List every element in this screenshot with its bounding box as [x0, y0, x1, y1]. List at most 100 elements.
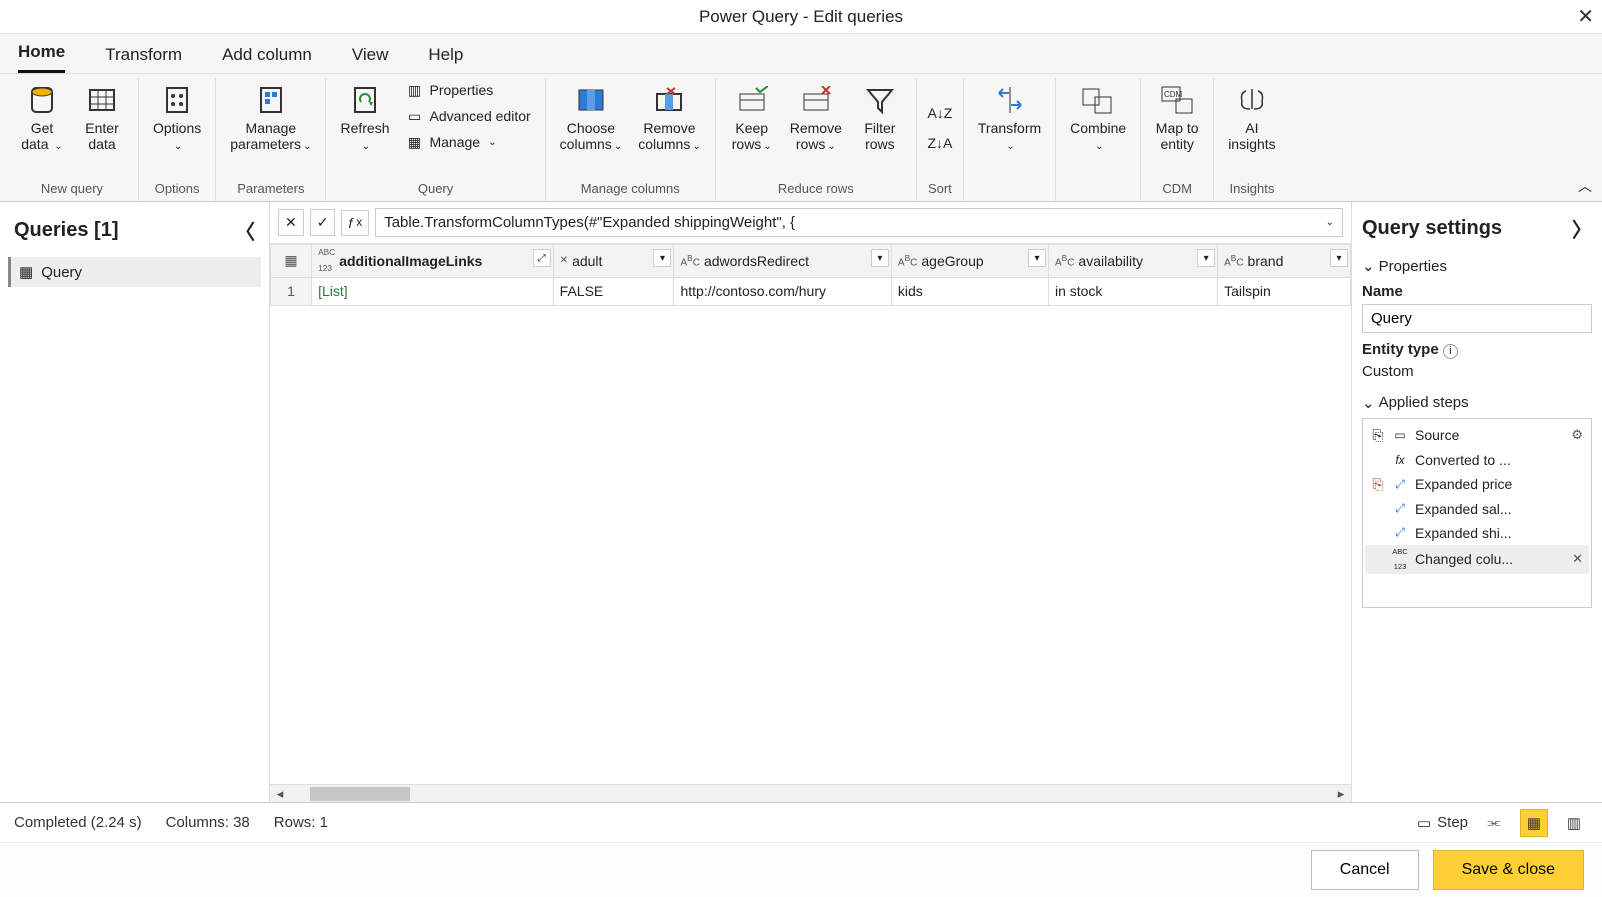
grid-view-button[interactable]: ▦ — [1520, 809, 1548, 837]
commit-formula-button[interactable]: ✓ — [310, 209, 336, 236]
entity-type-label: Entity type — [1362, 341, 1439, 358]
choose-columns-button[interactable]: Choosecolumns⌄ — [554, 78, 629, 157]
options-button[interactable]: Options⌄ — [147, 78, 207, 157]
horizontal-scrollbar[interactable]: ◂ ▸ — [270, 784, 1351, 802]
filter-dropdown-icon[interactable]: ▾ — [653, 249, 671, 267]
formula-bar[interactable]: Table.TransformColumnTypes(#"Expanded sh… — [375, 208, 1343, 237]
column-header[interactable]: ABC adwordsRedirect ▾ — [674, 245, 891, 278]
cell[interactable]: kids — [891, 277, 1048, 305]
table-row[interactable]: 1 [List] FALSE http://contoso.com/hury k… — [271, 277, 1351, 305]
save-close-button[interactable]: Save & close — [1433, 850, 1584, 890]
tab-transform[interactable]: Transform — [105, 39, 182, 73]
sort-desc-button[interactable]: Z↓A — [925, 131, 955, 155]
column-header[interactable]: ABC123 additionalImageLinks ⤢ — [312, 245, 554, 278]
manage-button[interactable]: ▦Manage ⌄ — [399, 130, 536, 154]
column-header[interactable]: ✕ adult ▾ — [553, 245, 674, 278]
ai-insights-button[interactable]: AIinsights — [1222, 78, 1281, 156]
properties-button[interactable]: ▥Properties — [399, 78, 536, 102]
step-expanded-price[interactable]: ⎘ ⤢ Expanded price — [1365, 472, 1589, 497]
gear-icon[interactable]: ⚙ — [1571, 427, 1583, 443]
cell[interactable]: FALSE — [553, 277, 674, 305]
row-number: 1 — [271, 277, 312, 305]
column-header[interactable]: ABC brand ▾ — [1218, 245, 1351, 278]
chevron-down-icon[interactable]: ⌄ — [1326, 217, 1334, 228]
remove-rows-icon — [798, 82, 834, 118]
remove-rows-button[interactable]: Removerows⌄ — [784, 78, 848, 157]
refresh-button[interactable]: Refresh⌄ — [334, 78, 395, 157]
query-settings-panel: Query settings 〉 ⌄Properties Name Entity… — [1352, 202, 1602, 802]
remove-columns-button[interactable]: Removecolumns⌄ — [632, 78, 707, 157]
query-name-input[interactable] — [1362, 304, 1592, 333]
collapse-queries-icon[interactable]: 〈 — [235, 216, 255, 245]
queries-header: Queries [1] — [14, 219, 118, 242]
schema-view-button[interactable]: ▥ — [1560, 809, 1588, 837]
sort-asc-icon: A↓Z — [931, 104, 949, 122]
manage-parameters-button[interactable]: Manageparameters⌄ — [224, 78, 317, 157]
close-icon[interactable]: ✕ — [1577, 4, 1594, 29]
group-cdm: CDM — [1149, 178, 1205, 201]
json-icon: ▭ — [1391, 428, 1409, 442]
chevron-down-icon: ⌄ — [1095, 141, 1103, 152]
properties-section[interactable]: ⌄Properties — [1362, 257, 1592, 275]
diagram-view-button[interactable]: ⫘ — [1480, 809, 1508, 837]
sort-desc-icon: Z↓A — [931, 134, 949, 152]
table-icon — [84, 82, 120, 118]
step-expanded-sal[interactable]: ⤢ Expanded sal... — [1365, 497, 1589, 521]
filter-dropdown-icon[interactable]: ▾ — [1330, 249, 1348, 267]
cell[interactable]: Tailspin — [1218, 277, 1351, 305]
tab-view[interactable]: View — [352, 39, 389, 73]
link-icon: ⎘ — [1372, 476, 1383, 493]
filter-rows-button[interactable]: Filterrows — [852, 78, 908, 156]
sort-asc-button[interactable]: A↓Z — [925, 101, 955, 125]
filter-dropdown-icon[interactable]: ▾ — [871, 249, 889, 267]
tab-home[interactable]: Home — [18, 36, 65, 73]
keep-rows-button[interactable]: Keeprows⌄ — [724, 78, 780, 157]
column-header[interactable]: ABC ageGroup ▾ — [891, 245, 1048, 278]
cell[interactable]: [List] — [312, 277, 554, 305]
filter-dropdown-icon[interactable]: ▾ — [1028, 249, 1046, 267]
step-expanded-shi[interactable]: ⤢ Expanded shi... — [1365, 521, 1589, 545]
info-icon[interactable]: i — [1443, 344, 1458, 359]
step-source[interactable]: ⎘ ▭ Source ⚙ — [1365, 423, 1589, 448]
get-data-button[interactable]: Getdata ⌄ — [14, 78, 70, 157]
step-changed-column[interactable]: ABC123 Changed colu... ✕ — [1365, 545, 1589, 575]
tab-add-column[interactable]: Add column — [222, 39, 312, 73]
transform-button[interactable]: Transform⌄ — [972, 78, 1047, 157]
group-sort: Sort — [925, 178, 955, 201]
cell[interactable]: in stock — [1048, 277, 1217, 305]
applied-steps-section[interactable]: ⌄Applied steps — [1362, 394, 1592, 412]
advanced-editor-button[interactable]: ▭Advanced editor — [399, 104, 536, 128]
cancel-formula-button[interactable]: ✕ — [278, 209, 304, 236]
collapse-ribbon-icon[interactable]: ︿ — [1578, 176, 1592, 196]
cell[interactable]: http://contoso.com/hury — [674, 277, 891, 305]
fx-label: fx — [341, 210, 369, 236]
step-converted[interactable]: fx Converted to ... — [1365, 448, 1589, 472]
data-preview: ✕ ✓ fx Table.TransformColumnTypes(#"Expa… — [270, 202, 1352, 802]
chevron-down-icon: ⌄ — [763, 141, 771, 152]
query-item[interactable]: ▦ Query — [8, 257, 261, 287]
select-all-corner[interactable]: ▦ — [271, 245, 312, 278]
formula-text: Table.TransformColumnTypes(#"Expanded sh… — [384, 214, 795, 231]
map-to-entity-button[interactable]: CDM Map toentity — [1149, 78, 1205, 156]
scroll-left-icon[interactable]: ◂ — [272, 786, 288, 802]
combine-button[interactable]: Combine⌄ — [1064, 78, 1132, 157]
settings-header: Query settings — [1362, 217, 1502, 240]
cancel-button[interactable]: Cancel — [1311, 850, 1419, 890]
tab-help[interactable]: Help — [428, 39, 463, 73]
step-indicator[interactable]: ▭Step — [1417, 814, 1468, 832]
scroll-right-icon[interactable]: ▸ — [1333, 786, 1349, 802]
ribbon-tabs: Home Transform Add column View Help — [0, 34, 1602, 74]
settings-chevron-icon[interactable]: 〉 — [1572, 214, 1592, 243]
filter-dropdown-icon[interactable]: ▾ — [1197, 249, 1215, 267]
column-header[interactable]: ABC availability ▾ — [1048, 245, 1217, 278]
options-label: Options — [153, 120, 201, 136]
ribbon: Getdata ⌄ Enterdata New query Options⌄ O… — [0, 74, 1602, 202]
scrollbar-thumb[interactable] — [310, 787, 410, 801]
enter-data-button[interactable]: Enterdata — [74, 78, 130, 156]
properties-icon: ▥ — [405, 81, 423, 99]
expand-step-icon: ⤢ — [1391, 477, 1409, 492]
expand-icon[interactable]: ⤢ — [533, 249, 551, 267]
delete-step-icon[interactable]: ✕ — [1572, 551, 1583, 567]
choose-columns-icon — [573, 82, 609, 118]
expand-step-icon: ⤢ — [1391, 501, 1409, 516]
